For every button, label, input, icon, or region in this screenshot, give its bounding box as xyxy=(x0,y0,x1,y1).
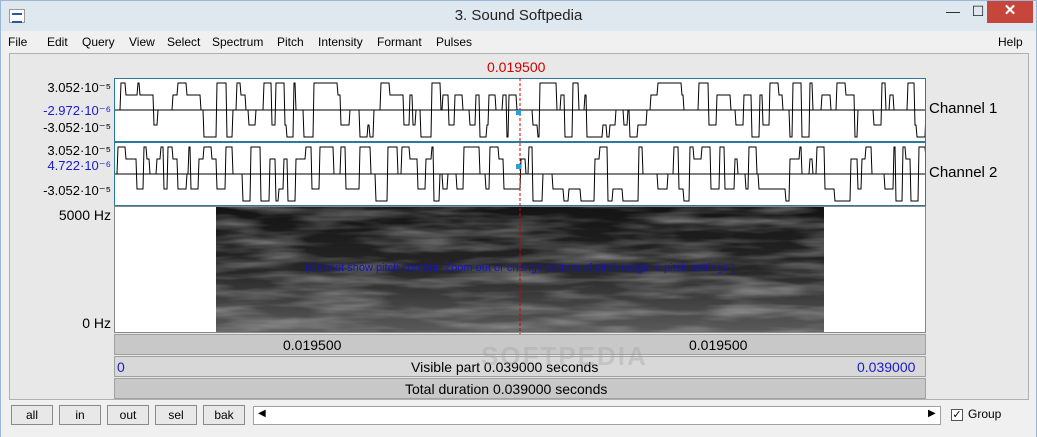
channel2-cursor-marker xyxy=(516,164,521,169)
spectrogram-top-label: 5000 Hz xyxy=(58,207,111,223)
scroll-right-icon[interactable]: ▶ xyxy=(928,408,936,419)
title-bar[interactable]: 3. Sound Softpedia — ☐ ✕ xyxy=(1,1,1036,31)
cursor-line xyxy=(519,78,521,340)
channel1-min-label: -3.052·10⁻⁵ xyxy=(43,120,111,135)
channel1-value-label: -2.972·10⁻⁶ xyxy=(43,103,111,118)
group-label: Group xyxy=(968,407,1002,421)
zoom-back-button[interactable]: bak xyxy=(203,405,245,425)
channel1-cursor-marker xyxy=(516,110,521,115)
spectrogram-bottom-label: 0 Hz xyxy=(82,315,111,331)
zoom-in-button[interactable]: in xyxy=(59,405,101,425)
channel2-max-label: 3.052·10⁻⁵ xyxy=(47,143,111,158)
menu-formant[interactable]: Formant xyxy=(377,35,422,49)
close-button[interactable]: ✕ xyxy=(987,1,1033,23)
scroll-left-icon[interactable]: ◀ xyxy=(258,408,266,419)
menu-spectrum[interactable]: Spectrum xyxy=(212,35,263,49)
group-checkbox[interactable]: ✓ xyxy=(951,409,963,421)
channel1-label: Channel 1 xyxy=(929,100,998,117)
total-duration-bar[interactable]: Total duration 0.039000 seconds xyxy=(114,378,926,399)
menu-query[interactable]: Query xyxy=(82,35,115,49)
menu-select[interactable]: Select xyxy=(167,35,200,49)
minimize-button[interactable]: — xyxy=(939,1,967,23)
bottom-toolbar: all in out sel bak ◀ ▶ ✓ Group xyxy=(1,401,1036,437)
visible-end-time: 0.039000 xyxy=(857,359,916,375)
sound-editor-window: 3. Sound Softpedia — ☐ ✕ File Edit Query… xyxy=(0,0,1037,437)
channel2-label: Channel 2 xyxy=(929,164,998,181)
cursor-time-label: 0.019500 xyxy=(487,59,546,75)
menu-view[interactable]: View xyxy=(129,35,155,49)
menu-edit[interactable]: Edit xyxy=(47,35,68,49)
show-all-button[interactable]: all xyxy=(11,405,53,425)
menu-pulses[interactable]: Pulses xyxy=(436,35,472,49)
total-duration-text: Total duration 0.039000 seconds xyxy=(405,381,608,397)
menu-bar: File Edit Query View Select Spectrum Pit… xyxy=(1,31,1036,53)
menu-help[interactable]: Help xyxy=(998,35,1023,49)
softpedia-watermark: SOFTPEDIA xyxy=(481,341,648,371)
horizontal-scrollbar[interactable]: ◀ ▶ xyxy=(253,406,941,425)
zoom-to-selection-button[interactable]: sel xyxy=(155,405,197,425)
menu-pitch[interactable]: Pitch xyxy=(277,35,304,49)
channel2-value-label: 4.722·10⁻⁶ xyxy=(47,158,111,173)
window-title: 3. Sound Softpedia xyxy=(454,7,583,24)
visible-start-time: 0 xyxy=(117,359,125,375)
menu-file[interactable]: File xyxy=(8,35,27,49)
channel2-min-label: -3.052·10⁻⁵ xyxy=(43,183,111,198)
zoom-out-button[interactable]: out xyxy=(107,405,149,425)
menu-intensity[interactable]: Intensity xyxy=(318,35,363,49)
channel1-max-label: 3.052·10⁻⁵ xyxy=(47,80,111,95)
selection-right-time: 0.019500 xyxy=(689,337,748,353)
selection-left-time: 0.019500 xyxy=(283,337,342,353)
